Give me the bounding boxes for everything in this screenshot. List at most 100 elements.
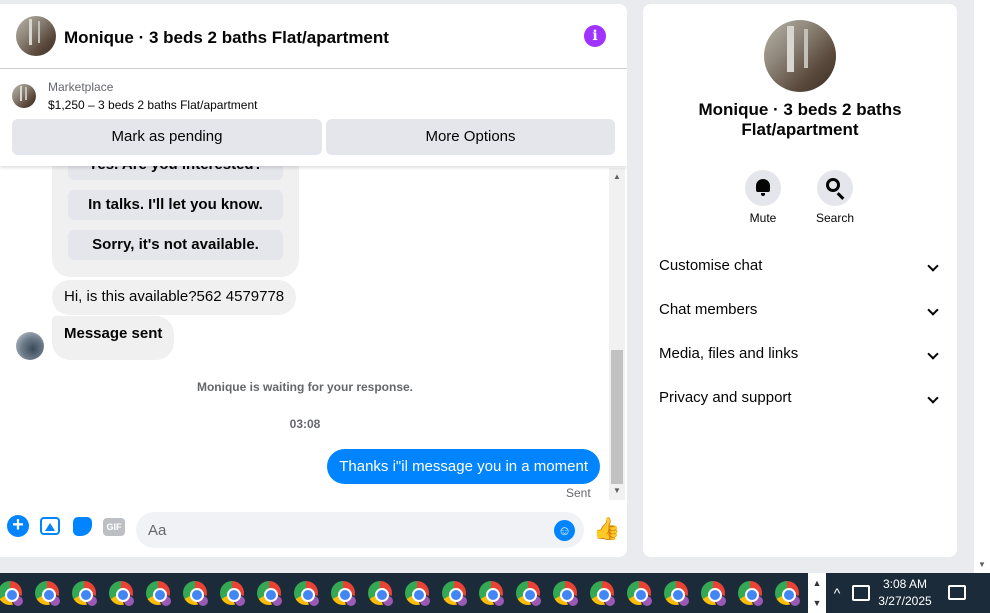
chrome-icon[interactable] [368,581,394,607]
profile-badge-icon [382,595,394,607]
chrome-icon[interactable] [183,581,209,607]
emoji-icon[interactable]: ☺ [554,520,575,541]
tray-expand-icon[interactable]: ^ [830,583,844,603]
bell-icon[interactable] [745,170,781,206]
section-label: Customise chat [659,257,763,274]
system-clock[interactable]: 3:08 AM 3/27/2025 [872,576,938,610]
profile-badge-icon [12,595,24,607]
chrome-icon[interactable] [0,581,24,607]
profile-badge-icon [604,595,616,607]
message-input[interactable] [136,512,584,548]
chat-panel: Monique · 3 beds 2 baths Flat/apartment … [0,4,627,557]
chrome-icon[interactable] [35,581,61,607]
chrome-icon[interactable] [257,581,283,607]
chrome-icon[interactable] [294,581,320,607]
message-list: Yes. Are you interested? In talks. I'll … [0,166,608,501]
profile-badge-icon [789,595,801,607]
quick-reply-button[interactable]: In talks. I'll let you know. [68,190,283,220]
chrome-icon[interactable] [738,581,764,607]
scroll-down-icon[interactable]: ▼ [612,486,622,496]
thumbs-up-icon[interactable]: 👍 [593,517,620,541]
chevron-down-icon [927,348,939,360]
contact-avatar-large[interactable] [764,20,836,92]
chrome-icon[interactable] [72,581,98,607]
gif-icon[interactable]: GIF [103,518,125,536]
profile-badge-icon [678,595,690,607]
message-bubble-incoming[interactable]: Hi, is this available?562 4579778 [52,280,297,315]
clock-time: 3:08 AM [882,577,928,591]
chrome-icon[interactable] [331,581,357,607]
message-bubble-incoming[interactable]: Message sent [52,316,175,360]
profile-badge-icon [715,595,727,607]
profile-badge-icon [641,595,653,607]
taskbar-apps [0,573,808,613]
section-privacy-support[interactable]: Privacy and support [643,380,957,416]
scroll-thumb[interactable] [611,350,623,484]
sticker-icon[interactable] [73,517,92,536]
mute-label: Mute [749,211,777,225]
profile-badge-icon [530,595,542,607]
photo-icon[interactable] [40,517,60,535]
taskbar-scroll[interactable]: ▲ ▼ [808,573,826,613]
page-scrollbar[interactable]: ▼ [974,0,990,573]
scroll-up-icon[interactable]: ▲ [612,172,622,182]
chrome-icon[interactable] [775,581,801,607]
chevron-down-icon [927,304,939,316]
message-bubble-outgoing[interactable]: Thanks i"il message you in a moment [327,449,600,484]
marketplace-listing: Marketplace $1,250 – 3 beds 2 baths Flat… [0,70,627,166]
message-scrollbar[interactable]: ▲ ▼ [609,168,625,500]
section-label: Chat members [659,301,758,318]
chrome-icon[interactable] [442,581,468,607]
chrome-icon[interactable] [516,581,542,607]
section-label: Privacy and support [659,389,792,406]
quick-reply-button[interactable]: Yes. Are you interested? [68,166,283,180]
more-options-button[interactable]: More Options [326,119,615,155]
chrome-icon[interactable] [220,581,246,607]
network-icon[interactable] [852,585,870,601]
profile-badge-icon [752,595,764,607]
mute-button[interactable]: Mute [733,170,793,225]
chrome-icon[interactable] [664,581,690,607]
taskbar: ▲ ▼ ^ 3:08 AM 3/27/2025 [0,573,990,613]
section-media-files-links[interactable]: Media, files and links [643,336,957,372]
profile-badge-icon [123,595,135,607]
chrome-icon[interactable] [590,581,616,607]
contact-avatar[interactable] [16,16,56,56]
clock-date: 3/27/2025 [878,594,932,608]
sent-status: Sent [566,486,591,500]
chrome-icon[interactable] [109,581,135,607]
chrome-icon[interactable] [405,581,431,607]
profile-badge-icon [160,595,172,607]
profile-badge-icon [234,595,246,607]
profile-badge-icon [456,595,468,607]
section-label: Media, files and links [659,345,799,362]
profile-badge-icon [86,595,98,607]
notification-icon[interactable] [948,585,966,600]
search-label: Search [815,211,855,225]
composer: + GIF ☺ 👍 [0,501,627,557]
profile-badge-icon [567,595,579,607]
chat-header: Monique · 3 beds 2 baths Flat/apartment … [0,4,627,69]
quick-replies: Yes. Are you interested? In talks. I'll … [52,166,299,277]
quick-reply-button[interactable]: Sorry, it's not available. [68,230,283,260]
sender-avatar[interactable] [16,332,44,360]
listing-price[interactable]: $1,250 – 3 beds 2 baths Flat/apartment [48,98,257,112]
chat-title[interactable]: Monique · 3 beds 2 baths Flat/apartment [64,28,389,48]
scroll-down-icon[interactable]: ▼ [978,560,986,569]
search-icon[interactable] [817,170,853,206]
chrome-icon[interactable] [553,581,579,607]
profile-badge-icon [419,595,431,607]
chrome-icon[interactable] [479,581,505,607]
plus-icon[interactable]: + [7,515,29,537]
info-icon[interactable]: i [584,25,606,47]
profile-badge-icon [345,595,357,607]
section-chat-members[interactable]: Chat members [643,292,957,328]
listing-thumbnail[interactable] [12,84,36,108]
mark-pending-button[interactable]: Mark as pending [12,119,322,155]
profile-badge-icon [493,595,505,607]
section-customise-chat[interactable]: Customise chat [643,248,957,284]
chrome-icon[interactable] [701,581,727,607]
chrome-icon[interactable] [627,581,653,607]
search-button[interactable]: Search [805,170,865,225]
chrome-icon[interactable] [146,581,172,607]
